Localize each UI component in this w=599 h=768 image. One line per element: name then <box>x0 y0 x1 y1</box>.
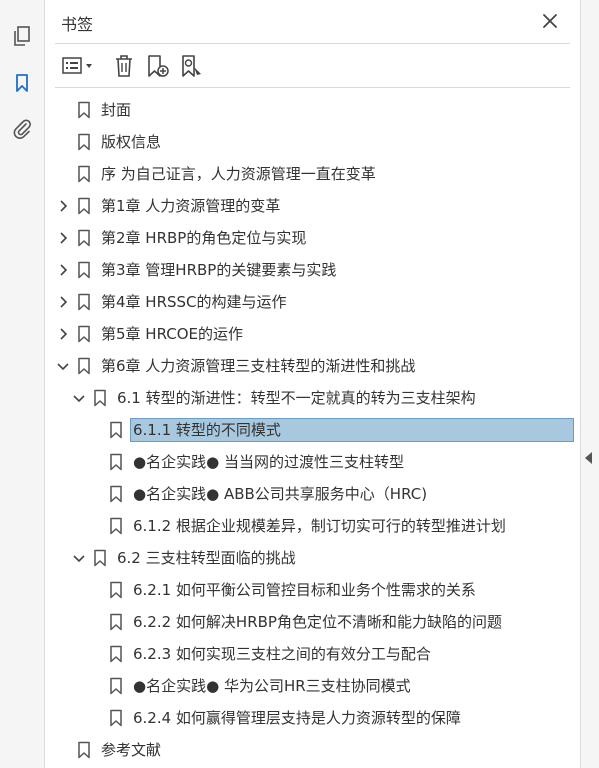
bookmark-label: 序 为自己证言，人力资源管理一直在变革 <box>101 165 376 183</box>
bookmark-item[interactable]: ●名企实践● ABB公司共享服务中心（HRC) <box>45 479 580 509</box>
bookmark-label: 6.1 转型的渐进性：转型不一定就真的转为三支柱架构 <box>117 389 476 407</box>
bookmark-label: 6.2.4 如何赢得管理层支持是人力资源转型的保障 <box>133 709 461 727</box>
bookmarks-panel: 书签 封面 版权信息 序 为自己证言，人力资源管理一直在变革 第1章 人力资源管… <box>45 0 580 768</box>
bookmark-item[interactable]: 6.2.1 如何平衡公司管控目标和业务个性需求的关系 <box>45 575 580 605</box>
chevron-right-icon[interactable] <box>55 198 71 214</box>
bookmark-item[interactable]: 6.2.2 如何解决HRBP角色定位不清晰和能力缺陷的问题 <box>45 607 580 637</box>
close-icon[interactable] <box>540 11 560 31</box>
bookmark-item[interactable]: 6.1.1 转型的不同模式 <box>45 415 580 445</box>
bookmark-icon <box>110 709 122 727</box>
bookmark-icon <box>110 645 122 663</box>
bookmark-label: 封面 <box>101 101 132 119</box>
bookmark-label: 6.1.2 根据企业规模差异，制订切实可行的转型推进计划 <box>133 517 506 535</box>
bookmark-item[interactable]: 6.2 三支柱转型面临的挑战 <box>45 543 580 573</box>
bookmark-label: 第5章 HRCOE的运作 <box>101 325 244 343</box>
chevron-right-icon[interactable] <box>55 326 71 342</box>
bookmark-label: ●名企实践● 华为公司HR三支柱协同模式 <box>133 677 411 695</box>
bookmark-search-icon <box>182 55 201 77</box>
bookmark-icon <box>78 133 90 151</box>
left-nav-rail <box>0 0 45 768</box>
bookmark-label: 第4章 HRSSC的构建与运作 <box>101 293 287 311</box>
bookmark-icon <box>94 389 106 407</box>
bookmark-label: 6.2 三支柱转型面临的挑战 <box>117 549 296 567</box>
right-collapse-rail <box>580 0 599 768</box>
bookmark-label: 参考文献 <box>101 741 162 759</box>
bookmark-icon <box>110 517 122 535</box>
bookmark-label: 第3章 管理HRBP的关键要素与实践 <box>101 261 337 279</box>
bookmark-item[interactable]: 6.1.2 根据企业规模差异，制订切实可行的转型推进计划 <box>45 511 580 541</box>
bookmark-item[interactable]: 第6章 人力资源管理三支柱转型的渐进性和挑战 <box>45 351 580 381</box>
bookmark-icon <box>78 261 90 279</box>
delete-bookmark-button[interactable] <box>111 52 137 80</box>
bookmark-icon <box>110 613 122 631</box>
list-options-icon <box>62 57 92 74</box>
bookmark-item[interactable]: ●名企实践● 当当网的过渡性三支柱转型 <box>45 447 580 477</box>
bookmark-icon <box>78 165 90 183</box>
bookmark-icon <box>78 197 90 215</box>
pages-icon <box>14 26 30 46</box>
chevron-down-icon[interactable] <box>71 550 87 566</box>
panel-title: 书签 <box>61 15 94 34</box>
bookmark-item[interactable]: 第1章 人力资源管理的变革 <box>45 191 580 221</box>
bookmark-item[interactable]: 6.2.3 如何实现三支柱之间的有效分工与配合 <box>45 639 580 669</box>
bookmark-icon <box>110 677 122 695</box>
find-bookmark-button[interactable] <box>179 52 205 80</box>
bookmark-icon <box>110 453 122 471</box>
bookmark-icon <box>110 581 122 599</box>
bookmark-item[interactable]: 第2章 HRBP的角色定位与实现 <box>45 223 580 253</box>
chevron-right-icon[interactable] <box>55 262 71 278</box>
bookmark-item[interactable]: 第3章 管理HRBP的关键要素与实践 <box>45 255 580 285</box>
toolbar-divider <box>55 87 570 88</box>
pages-thumbnails-button[interactable] <box>8 22 36 50</box>
bookmark-item[interactable]: 第4章 HRSSC的构建与运作 <box>45 287 580 317</box>
bookmark-icon <box>78 293 90 311</box>
bookmark-label: ●名企实践● 当当网的过渡性三支柱转型 <box>133 453 404 471</box>
bookmark-icon <box>110 421 122 439</box>
bookmark-icon <box>78 325 90 343</box>
bookmark-icon <box>78 229 90 247</box>
trash-icon <box>116 55 132 77</box>
bookmark-icon <box>78 101 90 119</box>
chevron-down-icon[interactable] <box>71 390 87 406</box>
bookmark-label: 第2章 HRBP的角色定位与实现 <box>101 229 307 247</box>
bookmark-item[interactable]: 6.2.4 如何赢得管理层支持是人力资源转型的保障 <box>45 703 580 733</box>
bookmark-icon <box>16 74 28 92</box>
bookmark-icon <box>78 741 90 759</box>
chevron-right-icon[interactable] <box>55 294 71 310</box>
bookmark-label: 6.2.1 如何平衡公司管控目标和业务个性需求的关系 <box>133 581 476 599</box>
bookmark-label: 第1章 人力资源管理的变革 <box>101 197 281 215</box>
new-bookmark-button[interactable] <box>145 52 171 80</box>
bookmark-label: 6.1.1 转型的不同模式 <box>133 421 281 439</box>
bookmark-add-icon <box>148 55 169 77</box>
bookmark-icon <box>78 357 90 375</box>
bookmark-item[interactable]: 参考文献 <box>45 735 580 765</box>
bookmark-item[interactable]: 6.1 转型的渐进性：转型不一定就真的转为三支柱架构 <box>45 383 580 413</box>
attachments-button[interactable] <box>8 114 36 142</box>
bookmark-item[interactable]: 版权信息 <box>45 127 580 157</box>
paperclip-icon <box>13 119 31 139</box>
bookmark-item[interactable]: 封面 <box>45 95 580 125</box>
bookmark-toolbar <box>55 48 575 84</box>
header-divider <box>55 43 570 44</box>
bookmark-label: 第6章 人力资源管理三支柱转型的渐进性和挑战 <box>101 357 416 375</box>
bookmarks-panel-button[interactable] <box>8 69 36 97</box>
chevron-down-icon[interactable] <box>55 358 71 374</box>
options-menu-button[interactable] <box>61 52 97 80</box>
bookmark-icon <box>110 485 122 503</box>
bookmark-item[interactable]: 第5章 HRCOE的运作 <box>45 319 580 349</box>
bookmark-label: ●名企实践● ABB公司共享服务中心（HRC) <box>133 485 428 503</box>
bookmark-label: 版权信息 <box>101 133 162 151</box>
bookmark-label: 6.2.2 如何解决HRBP角色定位不清晰和能力缺陷的问题 <box>133 613 502 631</box>
collapse-panel-arrow-icon[interactable] <box>585 452 592 464</box>
bookmark-item[interactable]: 序 为自己证言，人力资源管理一直在变革 <box>45 159 580 189</box>
bookmark-icon <box>94 549 106 567</box>
bookmark-item[interactable]: ●名企实践● 华为公司HR三支柱协同模式 <box>45 671 580 701</box>
chevron-right-icon[interactable] <box>55 230 71 246</box>
bookmark-label: 6.2.3 如何实现三支柱之间的有效分工与配合 <box>133 645 431 663</box>
